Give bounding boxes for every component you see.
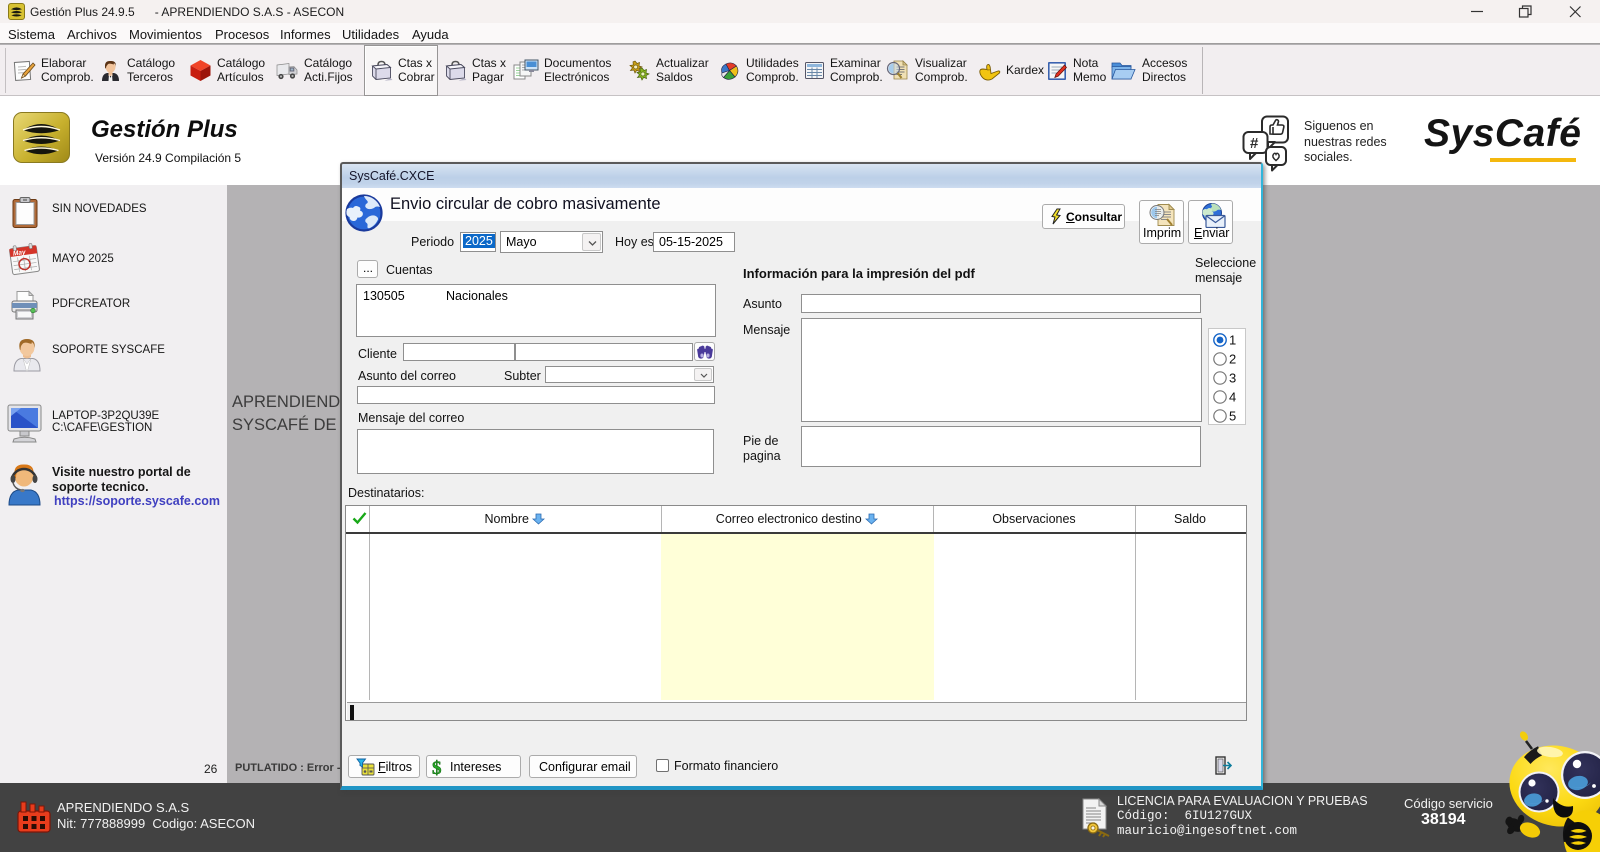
svg-text:#: # [1250, 135, 1259, 152]
svg-text:$: $ [432, 758, 442, 777]
svg-text:1: 1 [1229, 333, 1236, 348]
svg-text:5: 5 [1229, 409, 1236, 424]
svg-text:3: 3 [1229, 371, 1236, 386]
svg-text:4: 4 [1229, 390, 1236, 405]
svg-text:2: 2 [1229, 352, 1236, 367]
